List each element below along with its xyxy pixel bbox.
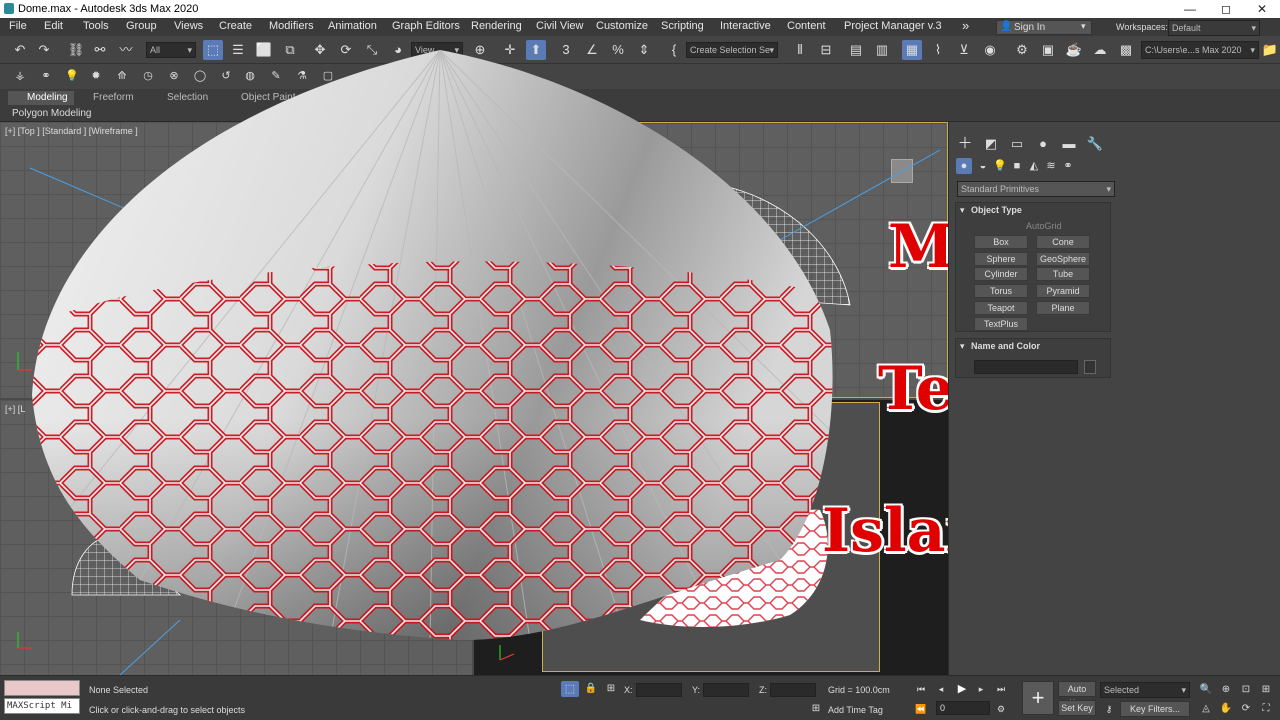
menu-overflow-icon[interactable]: »: [962, 18, 969, 33]
display-tab-icon[interactable]: ▬: [1059, 134, 1079, 154]
zoom-icon[interactable]: 🔍: [1198, 682, 1214, 698]
object-type-rollout: ▾ Object Type AutoGrid Box Cone Sphere G…: [955, 202, 1111, 332]
current-frame-field[interactable]: 0: [936, 701, 990, 715]
hierarchy-tab-icon[interactable]: ▭: [1007, 134, 1027, 154]
orbit-icon[interactable]: ⟳: [1238, 701, 1254, 717]
command-panel: ＋ ◩ ▭ ● ▬ 🔧 ● ◒ 💡 ■ ◭ ≋ ⚭ Standard Primi…: [948, 122, 1280, 675]
name-color-rollout: ▾ Name and Color: [955, 338, 1111, 378]
x-label: X:: [624, 685, 633, 695]
z-coordinate-field[interactable]: [770, 683, 816, 697]
sphere-button[interactable]: Sphere: [974, 252, 1028, 266]
plane-button[interactable]: Plane: [1036, 301, 1090, 315]
minimize-button[interactable]: —: [1172, 0, 1208, 18]
y-label: Y:: [692, 685, 701, 695]
key-selection-dropdown[interactable]: Selected: [1100, 682, 1190, 698]
geometry-icon[interactable]: ●: [956, 158, 972, 174]
project-folder-dropdown[interactable]: C:\Users\e...s Max 2020: [1141, 41, 1259, 59]
cameras-icon[interactable]: ■: [1009, 158, 1025, 174]
render-production-icon[interactable]: ☕: [1064, 40, 1084, 60]
cone-button[interactable]: Cone: [1036, 235, 1090, 249]
name-color-title: Name and Color: [971, 341, 1041, 351]
torus-button[interactable]: Torus: [974, 284, 1028, 298]
key-icon[interactable]: ⚷: [1100, 701, 1118, 717]
object-type-title: Object Type: [971, 205, 1022, 215]
maximize-viewport-icon[interactable]: ⛶: [1258, 701, 1274, 717]
object-color-swatch[interactable]: [1084, 360, 1096, 374]
go-to-start-icon[interactable]: ⏮: [914, 681, 928, 697]
pyramid-button[interactable]: Pyramid: [1036, 284, 1090, 298]
close-button[interactable]: ✕: [1244, 0, 1280, 18]
absolute-mode-icon[interactable]: ⊞: [603, 681, 619, 697]
spacewarps-icon[interactable]: ≋: [1043, 158, 1059, 174]
x-coordinate-field[interactable]: [636, 683, 682, 697]
previous-frame-icon[interactable]: ◂: [934, 681, 948, 697]
status-bar: MAXScript Mi None Selected Click or clic…: [0, 675, 1280, 720]
object-name-field[interactable]: [974, 360, 1078, 374]
set-key-button[interactable]: Set Key: [1058, 700, 1096, 716]
zoom-extents-icon[interactable]: ⊡: [1238, 682, 1254, 698]
time-tag-icon[interactable]: ⊞: [808, 701, 824, 717]
pan-icon[interactable]: ✋: [1218, 701, 1234, 717]
isolate-selection-icon[interactable]: ⬚: [561, 681, 579, 697]
signin-dropdown[interactable]: 👤 Sign In ▾: [996, 20, 1092, 35]
maxscript-listener-top[interactable]: [4, 680, 80, 696]
lock-selection-icon[interactable]: 🔒: [583, 681, 599, 697]
field-of-view-icon[interactable]: ◬: [1198, 701, 1214, 717]
selection-status: None Selected: [89, 685, 149, 695]
shapes-icon[interactable]: ◒: [975, 158, 991, 174]
systems-icon[interactable]: ⚭: [1060, 158, 1076, 174]
render-shot-icon[interactable]: ▩: [1116, 40, 1136, 60]
workspaces-label: Workspaces:: [1116, 22, 1168, 32]
material-editor-icon[interactable]: ◉: [980, 40, 1000, 60]
schematic-view-icon[interactable]: ⊻: [954, 40, 974, 60]
next-frame-icon[interactable]: ▸: [974, 681, 988, 697]
user-icon: 👤: [1000, 21, 1013, 32]
rollout-toggle-icon[interactable]: ▾: [960, 205, 965, 216]
geosphere-button[interactable]: GeoSphere: [1036, 252, 1090, 266]
rollout-toggle-icon[interactable]: ▾: [960, 341, 965, 352]
textplus-button[interactable]: TextPlus: [974, 317, 1028, 331]
maxscript-mini-listener[interactable]: MAXScript Mi: [4, 698, 80, 714]
lights-icon[interactable]: 💡: [992, 158, 1008, 174]
teapot-button[interactable]: Teapot: [974, 301, 1028, 315]
helpers-icon[interactable]: ◭: [1026, 158, 1042, 174]
signin-label: Sign In: [1014, 22, 1046, 33]
y-coordinate-field[interactable]: [703, 683, 749, 697]
create-tab-icon[interactable]: ＋: [955, 134, 975, 154]
auto-key-button[interactable]: Auto Key: [1058, 681, 1096, 708]
z-label: Z:: [759, 685, 767, 695]
box-button[interactable]: Box: [974, 235, 1028, 249]
maximize-button[interactable]: ◻: [1208, 0, 1244, 18]
grid-readout: Grid = 100.0cm: [828, 685, 890, 695]
modify-tab-icon[interactable]: ◩: [981, 134, 1001, 154]
render-iterative-icon[interactable]: ☁: [1090, 40, 1110, 60]
go-to-end-icon[interactable]: ⏭: [994, 681, 1008, 697]
project-folder-icon[interactable]: 📁: [1260, 40, 1280, 60]
zoom-extents-all-icon[interactable]: ⊞: [1258, 682, 1274, 698]
scene-render: [17, 50, 941, 675]
motion-tab-icon[interactable]: ●: [1033, 134, 1053, 154]
rendered-frame-window-icon[interactable]: ▣: [1038, 40, 1058, 60]
primitive-category-dropdown[interactable]: Standard Primitives: [957, 181, 1115, 197]
workspaces-dropdown[interactable]: Default: [1168, 20, 1260, 36]
zoom-all-icon[interactable]: ⊕: [1218, 682, 1234, 698]
add-time-tag[interactable]: Add Time Tag: [828, 705, 883, 715]
key-mode-icon[interactable]: ⏪: [914, 701, 928, 717]
chevron-down-icon: ▾: [1081, 21, 1086, 31]
set-keys-plus-icon[interactable]: +: [1022, 681, 1054, 715]
cylinder-button[interactable]: Cylinder: [974, 267, 1028, 281]
render-setup-icon[interactable]: ⚙: [1012, 40, 1032, 60]
tube-button[interactable]: Tube: [1036, 267, 1090, 281]
key-filters-button[interactable]: Key Filters...: [1120, 701, 1190, 717]
autogrid-checkbox[interactable]: AutoGrid: [1026, 221, 1062, 231]
prompt-line: Click or click-and-drag to select object…: [89, 705, 246, 715]
utilities-tab-icon[interactable]: 🔧: [1085, 134, 1105, 154]
play-icon[interactable]: ▶: [954, 681, 970, 697]
time-config-icon[interactable]: ⚙: [994, 701, 1008, 717]
